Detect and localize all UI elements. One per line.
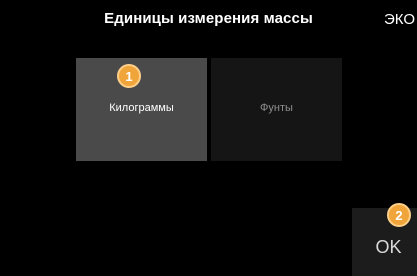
callout-marker-1: 1 bbox=[117, 64, 141, 88]
option-kilograms-label: Килограммы bbox=[109, 101, 174, 114]
eco-mode-indicator: ЭКО bbox=[383, 11, 415, 28]
option-pounds[interactable]: Фунты bbox=[211, 58, 342, 161]
weight-units-screen: { "screen": { "title": "Единицы измерени… bbox=[0, 0, 417, 276]
option-kilograms[interactable]: Килограммы bbox=[76, 58, 207, 161]
callout-marker-2: 2 bbox=[387, 203, 411, 227]
option-pounds-label: Фунты bbox=[260, 101, 293, 114]
screen-title: Единицы измерения массы bbox=[104, 10, 313, 27]
ok-button-label: OK bbox=[375, 236, 402, 257]
